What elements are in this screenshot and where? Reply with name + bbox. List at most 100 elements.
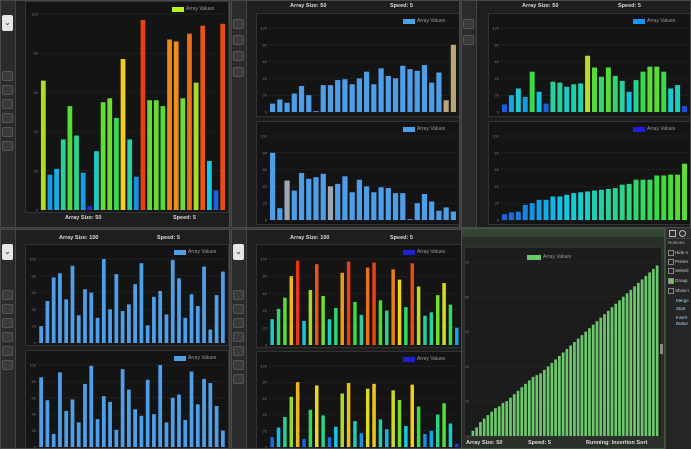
toolbar-button[interactable] [233, 374, 244, 384]
bar [569, 345, 572, 436]
running-label: Running: Insertion Sort [586, 440, 648, 446]
toolbar-button[interactable] [463, 35, 474, 45]
visualizer-window-5: ⌄ Array Size: 100 Speed: 5 Array Values … [231, 229, 464, 449]
bar [550, 81, 556, 112]
bar [423, 315, 427, 345]
bar [183, 419, 188, 447]
toolbar-button[interactable] [2, 332, 13, 342]
checkbox[interactable] [668, 259, 674, 265]
option-group[interactable]: Group [668, 278, 688, 284]
y-tick-label: 100 [492, 26, 499, 31]
option-preserve[interactable]: Preser [668, 259, 688, 265]
array-size-label: Array Size: 50 [290, 3, 327, 9]
bar [371, 192, 377, 220]
toolbar-button[interactable] [233, 290, 244, 300]
algorithm-select[interactable]: ⌄ [2, 244, 13, 260]
bar [550, 196, 556, 220]
bar [576, 338, 580, 436]
y-tick-label: 40 [263, 76, 268, 81]
option-hide[interactable]: Hide n [668, 250, 688, 256]
checkbox[interactable] [668, 288, 674, 294]
checkbox[interactable] [668, 268, 674, 274]
bar [270, 437, 274, 447]
toolbar-button[interactable] [2, 71, 13, 81]
inspect-icon[interactable] [669, 230, 676, 237]
option-show[interactable]: Show t [668, 288, 689, 294]
bar [180, 98, 186, 210]
toolbar-button[interactable] [233, 51, 244, 61]
checkbox[interactable] [668, 278, 674, 284]
code-line: Insert [676, 315, 688, 320]
bar [404, 307, 408, 345]
toolbar-button[interactable] [2, 113, 13, 123]
bar [654, 66, 660, 112]
bar [542, 369, 546, 436]
bar-chart: 0 20 40 60 80 100 [260, 26, 457, 115]
bar [335, 183, 341, 220]
toolbar-button[interactable] [2, 85, 13, 95]
y-tick-label: 60 [32, 395, 37, 400]
toolbar-button[interactable] [2, 304, 13, 314]
toolbar-button[interactable] [2, 346, 13, 356]
bar [543, 103, 549, 112]
side-toolbar [462, 1, 477, 227]
bar [153, 100, 159, 210]
toolbar-button[interactable] [2, 318, 13, 328]
bar [195, 404, 200, 447]
bar [675, 85, 681, 112]
toolbar-button[interactable] [233, 346, 244, 356]
bar [633, 179, 639, 220]
toolbar-button[interactable] [233, 35, 244, 45]
bar [359, 314, 364, 345]
toolbar-button[interactable] [233, 332, 244, 342]
toolbar-button[interactable] [2, 127, 13, 137]
bar [450, 44, 456, 112]
bar [145, 325, 150, 343]
bar [298, 172, 305, 220]
y-tick-label: 0 [497, 218, 500, 223]
bar [308, 409, 313, 447]
bar [158, 290, 163, 343]
toolbar-button[interactable] [233, 360, 244, 370]
option-selected[interactable]: Selecti [668, 268, 689, 274]
block-icon[interactable] [679, 230, 686, 237]
bar [372, 262, 376, 345]
code-line: Start [676, 306, 686, 311]
toolbar-button[interactable] [463, 19, 474, 29]
bar [114, 117, 119, 210]
bar [614, 303, 618, 436]
bar [421, 64, 428, 112]
bar [625, 293, 629, 436]
toolbar-button[interactable] [2, 141, 13, 151]
y-tick-label: 100 [260, 364, 267, 369]
chart-panel: Array Values 020406080100 [25, 244, 229, 346]
algorithm-select[interactable]: ⌄ [233, 244, 244, 260]
bar [349, 84, 355, 112]
bar [334, 426, 338, 447]
bar [283, 417, 287, 447]
bar [471, 430, 475, 436]
toolbar-button[interactable] [233, 318, 244, 328]
toolbar-button[interactable] [233, 67, 244, 77]
speed-label: Speed: 5 [390, 235, 413, 241]
algorithm-select[interactable]: ⌄ [2, 15, 13, 31]
pane-header: Notexes [668, 240, 685, 245]
bar [108, 309, 112, 343]
bar [564, 86, 570, 112]
toolbar-button[interactable] [2, 290, 13, 300]
checkbox[interactable] [668, 250, 674, 256]
bar [682, 106, 688, 112]
toolbar-button[interactable] [2, 99, 13, 109]
toolbar-button[interactable] [2, 360, 13, 370]
code-line: Merge [676, 298, 689, 303]
bar [588, 328, 591, 436]
bar [120, 311, 125, 343]
bar [436, 210, 442, 220]
scrollbar[interactable] [660, 344, 663, 354]
toolbar-button[interactable] [233, 19, 244, 29]
toolbar-button[interactable] [233, 304, 244, 314]
bar [612, 188, 618, 220]
visualizer-window-2: Array Size: 50 Speed: 5 Array Values 0 20… [231, 0, 460, 228]
y-tick-label: 60 [263, 59, 268, 64]
bar [284, 102, 290, 112]
